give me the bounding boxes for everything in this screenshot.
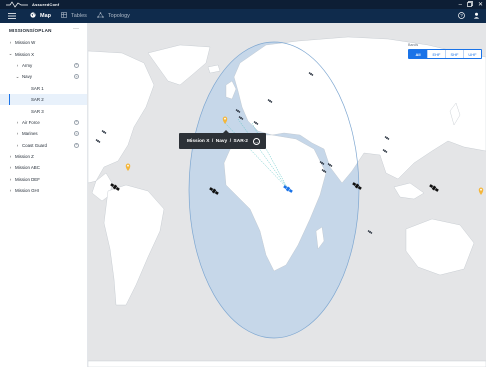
more-options-icon[interactable]: ··· [73,26,79,32]
svg-text:?: ? [460,13,463,18]
topology-icon [97,12,104,20]
globe-icon [30,12,36,20]
chevron-right-icon: › [16,142,19,148]
user-icon[interactable] [473,12,480,21]
sidebar-item-label: Coast Guard [22,142,47,148]
restore-icon[interactable] [467,0,473,9]
tooltip-separator: / [229,138,232,144]
band-shf-button[interactable]: SHF [445,50,463,58]
landmass-greenland [147,44,211,86]
sidebar-item-coast-guard[interactable]: › Coast Guard + [0,140,87,151]
small-satellite-icon[interactable] [367,230,373,234]
add-icon[interactable]: + [74,131,79,137]
tab-map[interactable]: Map [30,12,51,20]
close-icon[interactable]: ✕ [478,1,483,8]
chevron-right-icon: › [16,119,19,125]
tab-map-label: Map [40,13,51,19]
mission-tooltip: Mission X / Navy / SAR-2 → [179,130,266,149]
sidebar-item-label: Army [22,62,33,68]
location-marker-icon[interactable] [478,187,484,196]
chevron-right-icon: › [9,165,12,171]
sidebar-item-air-force[interactable]: › Air Force + [0,117,87,128]
app-logo-icon [6,1,28,8]
tab-tables-label: Tables [71,13,87,19]
tooltip-branch: Navy [215,138,228,144]
sidebar-item-label: Navy [22,74,33,80]
sidebar-item-label: SAR 3 [31,108,44,114]
sidebar-item-mission-abc[interactable]: › Mission ABC [0,162,87,173]
world-map[interactable] [88,23,486,367]
chevron-right-icon: › [16,131,19,137]
sidebar-item-marines[interactable]: › Marines + [0,128,87,139]
sidebar-item-mission-ghi[interactable]: › Mission GHI [0,185,87,196]
bands-toggle-group: All EHF SHF UHF [408,49,482,59]
tooltip-separator: / [211,138,214,144]
sidebar-item-label: Mission DEF [15,176,40,182]
sidebar-item-label: SAR 2 [31,97,44,103]
chevron-down-icon: ⌄ [8,51,13,57]
sidebar: MISSIONS/OPLAN ··· › Mission W ⌄ Mission… [0,23,88,367]
satellite-icon[interactable] [429,183,439,192]
chevron-right-icon: › [9,40,12,46]
minimize-icon[interactable]: – [459,2,462,8]
navigate-arrow-icon[interactable]: → [252,137,260,145]
sidebar-item-label: Mission X [15,51,35,57]
chevron-right-icon: › [9,154,12,160]
bands-filter: Bands All EHF SHF UHF [408,43,482,59]
tooltip-unit: SAR-2 [233,138,248,144]
location-marker-icon[interactable] [125,163,131,172]
chevron-right-icon: › [9,176,12,182]
sidebar-item-mission-def[interactable]: › Mission DEF [0,174,87,185]
sidebar-item-sar-3[interactable]: SAR 3 [0,105,87,116]
app-title: AssuredConf [32,2,60,7]
add-icon[interactable]: + [74,74,79,80]
add-icon[interactable]: + [74,62,79,68]
sidebar-item-label: Mission GHI [15,188,39,194]
nav-bar: Map Tables Topology ? [0,9,486,23]
sidebar-item-mission-w[interactable]: › Mission W [0,37,87,48]
sidebar-item-mission-x[interactable]: ⌄ Mission X [0,48,87,59]
band-uhf-button[interactable]: UHF [463,50,481,58]
band-all-button[interactable]: All [409,50,427,58]
tooltip-mission: Mission X [187,138,210,144]
landmass-iceland [207,64,221,74]
hamburger-menu-icon[interactable] [8,12,17,21]
landmass-north-america [88,50,155,184]
title-bar: AssuredConf – ✕ [0,0,486,9]
sidebar-item-mission-z[interactable]: › Mission Z [0,151,87,162]
chevron-right-icon: › [16,62,19,68]
sidebar-item-label: Marines [22,131,38,137]
sidebar-item-label: Mission W [15,40,36,46]
sidebar-item-label: Air Force [22,119,40,125]
add-icon[interactable]: + [74,142,79,148]
landmass-south-america [103,184,165,306]
band-ehf-button[interactable]: EHF [427,50,445,58]
map-view[interactable]: Bands All EHF SHF UHF Mission X / Navy /… [88,23,486,367]
sidebar-item-label: SAR 1 [31,85,44,91]
landmass-australia [405,218,475,276]
help-icon[interactable]: ? [458,11,465,21]
bands-label: Bands [408,43,419,47]
table-icon [61,12,67,20]
chevron-down-icon: ⌄ [15,73,20,79]
landmass-southeast-asia [393,182,425,200]
sidebar-item-sar-2[interactable]: SAR 2 [0,93,87,106]
tab-topology-label: Topology [107,13,130,19]
sidebar-item-sar-1[interactable]: SAR 1 [0,83,87,94]
tab-topology[interactable]: Topology [97,12,130,20]
sidebar-item-label: Mission Z [15,154,34,160]
chevron-right-icon: › [9,188,12,194]
landmass-antarctica [88,360,486,367]
add-icon[interactable]: + [74,119,79,125]
sidebar-item-label: Mission ABC [15,165,40,171]
sidebar-item-army[interactable]: › Army + [0,60,87,71]
tab-tables[interactable]: Tables [61,12,87,20]
sidebar-item-navy[interactable]: ⌄ Navy + [0,71,87,82]
